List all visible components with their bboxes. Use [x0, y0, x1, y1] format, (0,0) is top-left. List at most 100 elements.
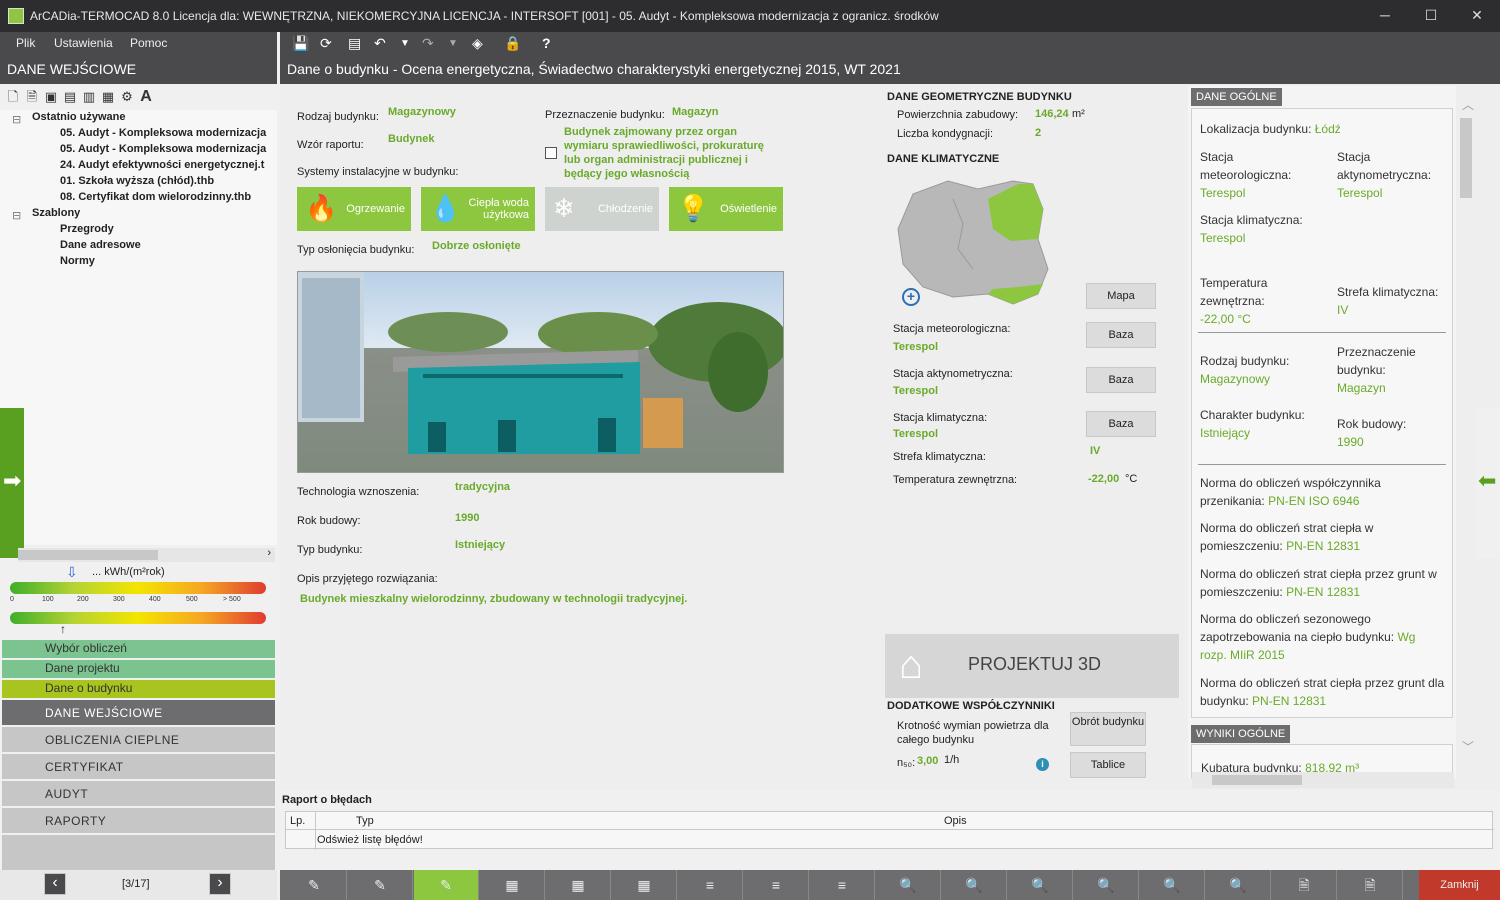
list-icon[interactable]: ≡	[810, 870, 875, 900]
list-icon[interactable]: ≡	[678, 870, 743, 900]
scroll-right-icon[interactable]: ›	[267, 547, 271, 559]
tree-item[interactable]: 24. Audyt efektywności energetycznej.t	[60, 159, 277, 171]
technology-value[interactable]: tradycyjna	[455, 481, 510, 493]
save-icon[interactable]: 💾	[292, 35, 309, 52]
close-window-button[interactable]: ✕	[1454, 0, 1500, 32]
tree-item[interactable]: 05. Audyt - Kompleksowa modernizacja	[60, 127, 277, 139]
table-icon[interactable]: ▦	[546, 870, 611, 900]
purpose-value[interactable]: Magazyn	[672, 106, 718, 118]
report-template-value[interactable]: Budynek	[388, 133, 434, 145]
tree-collapse-icon[interactable]: ⊟	[12, 209, 21, 222]
sidebar-collapse-handle[interactable]: ➡	[0, 408, 24, 558]
new-file-icon[interactable]: 🗋	[4, 88, 22, 104]
search-doc-icon[interactable]: 🔍	[1008, 870, 1073, 900]
met-station-value[interactable]: Terespol	[893, 341, 938, 353]
stage-certificate[interactable]: CERTYFIKAT	[2, 754, 275, 779]
step-calc-choice[interactable]: Wybór obliczeń	[2, 640, 275, 658]
redo-icon[interactable]: ↷	[422, 35, 434, 52]
open-file-icon[interactable]: 🗎	[23, 88, 41, 104]
n50-value[interactable]: 3,00	[917, 755, 938, 767]
next-page-button[interactable]: ›	[209, 873, 231, 895]
menu-settings[interactable]: Ustawienia	[54, 36, 113, 50]
export-icon[interactable]: ▦	[99, 89, 117, 105]
refresh-errors-link[interactable]: Odśwież listę błędów!	[317, 834, 423, 846]
menu-file[interactable]: Plik	[16, 36, 35, 50]
save-file-icon[interactable]: ▣	[42, 89, 60, 105]
tree-item[interactable]: 08. Certyfikat dom wielorodzinny.thb	[60, 191, 277, 203]
table-icon[interactable]: ▦	[480, 870, 545, 900]
tables-button[interactable]: Tablice	[1070, 752, 1146, 778]
tree-item[interactable]: 01. Szkoła wyższa (chłód).thb	[60, 175, 277, 187]
prev-page-button[interactable]: ‹	[44, 873, 66, 895]
clim-station-base-button[interactable]: Baza	[1086, 411, 1156, 437]
redo-dropdown-icon[interactable]: ▼	[448, 38, 458, 49]
building-type-value[interactable]: Magazynowy	[388, 106, 456, 118]
kind-value[interactable]: Istniejący	[455, 539, 505, 551]
stage-reports[interactable]: RAPORTY	[2, 808, 275, 833]
project-3d-button[interactable]: ⌂ PROJEKTUJ 3D	[885, 634, 1179, 698]
table-icon[interactable]: ▦	[612, 870, 677, 900]
system-hot-water-tile[interactable]: 💧 Ciepła woda użytkowa	[421, 187, 535, 231]
search-doc-icon[interactable]: 🔍	[1074, 870, 1139, 900]
tree-item[interactable]: Normy	[60, 255, 95, 267]
layers-icon[interactable]: ◈	[472, 35, 483, 52]
search-doc-icon[interactable]: 🔍	[876, 870, 941, 900]
rotation-button[interactable]: Obrót budynku	[1070, 712, 1146, 746]
public-building-checkbox[interactable]	[545, 147, 557, 159]
poland-map[interactable]	[893, 169, 1053, 309]
map-button[interactable]: Mapa	[1086, 283, 1156, 309]
year-value[interactable]: 1990	[455, 512, 479, 524]
right-panel-hscrollbar[interactable]	[1192, 772, 1454, 788]
search-doc-icon[interactable]: 🔍	[942, 870, 1007, 900]
lock-icon[interactable]: 🔒	[504, 35, 521, 52]
right-panel-vscrollbar[interactable]: ︿ ﹀	[1458, 96, 1474, 756]
tree-node-recent[interactable]: Ostatnio używane	[32, 111, 126, 123]
tree-item[interactable]: Przegrody	[60, 223, 114, 235]
scroll-down-icon[interactable]: ﹀	[1462, 738, 1474, 755]
stage-thermal-calc[interactable]: OBLICZENIA CIEPLNE	[2, 727, 275, 752]
undo-dropdown-icon[interactable]: ▼	[400, 38, 410, 49]
system-lighting-tile[interactable]: 💡 Oświetlenie	[669, 187, 783, 231]
description-value[interactable]: Budynek mieszkalny wielorodzinny, zbudow…	[300, 593, 687, 605]
stage-audit[interactable]: AUDYT	[2, 781, 275, 806]
close-app-button[interactable]: Zamknij	[1419, 870, 1500, 900]
edit-doc-icon[interactable]: ▤	[348, 35, 361, 52]
list-icon[interactable]: ≡	[744, 870, 809, 900]
minimize-button[interactable]: ─	[1362, 0, 1408, 32]
clim-station-value[interactable]: Terespol	[893, 428, 938, 440]
shelter-value[interactable]: Dobrze osłonięte	[432, 240, 521, 252]
stage-input-data[interactable]: DANE WEJŚCIOWE	[2, 700, 275, 725]
save-as-icon[interactable]: ▤	[61, 89, 79, 105]
settings-gear-icon[interactable]: ⚙	[118, 89, 136, 105]
tree-item[interactable]: Dane adresowe	[60, 239, 141, 251]
copy-file-icon[interactable]: ▥	[80, 89, 98, 105]
floors-value[interactable]: 2	[1035, 127, 1041, 139]
menu-help[interactable]: Pomoc	[130, 36, 167, 50]
document-icon[interactable]: 🗎	[1338, 870, 1403, 900]
info-icon[interactable]: i	[1036, 758, 1049, 771]
right-collapse-handle[interactable]: ⬅	[1476, 408, 1500, 558]
step-building-data[interactable]: Dane o budynku	[2, 680, 275, 698]
system-heating-tile[interactable]: 🔥 Ogrzewanie	[297, 187, 411, 231]
system-cooling-tile[interactable]: ❄ Chłodzenie	[545, 187, 659, 231]
search-doc-icon[interactable]: 🔍	[1140, 870, 1205, 900]
undo-icon[interactable]: ↶	[374, 35, 386, 52]
document-icon[interactable]: 🗎	[1272, 870, 1337, 900]
search-doc-icon[interactable]: 🔍	[1206, 870, 1271, 900]
doc-edit-icon[interactable]: ✎	[282, 870, 347, 900]
met-station-base-button[interactable]: Baza	[1086, 322, 1156, 348]
font-icon[interactable]: A	[137, 88, 155, 105]
tree-node-templates[interactable]: Szablony	[32, 207, 80, 219]
doc-edit-active-icon[interactable]: ✎	[414, 870, 479, 900]
area-value[interactable]: 146,24	[1035, 108, 1069, 120]
refresh-icon[interactable]: ⟳	[320, 35, 332, 52]
act-station-value[interactable]: Terespol	[893, 385, 938, 397]
tree-collapse-icon[interactable]: ⊟	[12, 113, 21, 126]
temp-value[interactable]: -22,00	[1088, 473, 1119, 485]
help-icon[interactable]: ?	[542, 35, 551, 51]
tree-scrollbar[interactable]: ›	[18, 547, 275, 562]
zone-value[interactable]: IV	[1090, 445, 1100, 457]
tree-item[interactable]: 05. Audyt - Kompleksowa modernizacja	[60, 143, 277, 155]
zoom-in-icon[interactable]: +	[902, 288, 920, 306]
scroll-up-icon[interactable]: ︿	[1462, 96, 1474, 113]
